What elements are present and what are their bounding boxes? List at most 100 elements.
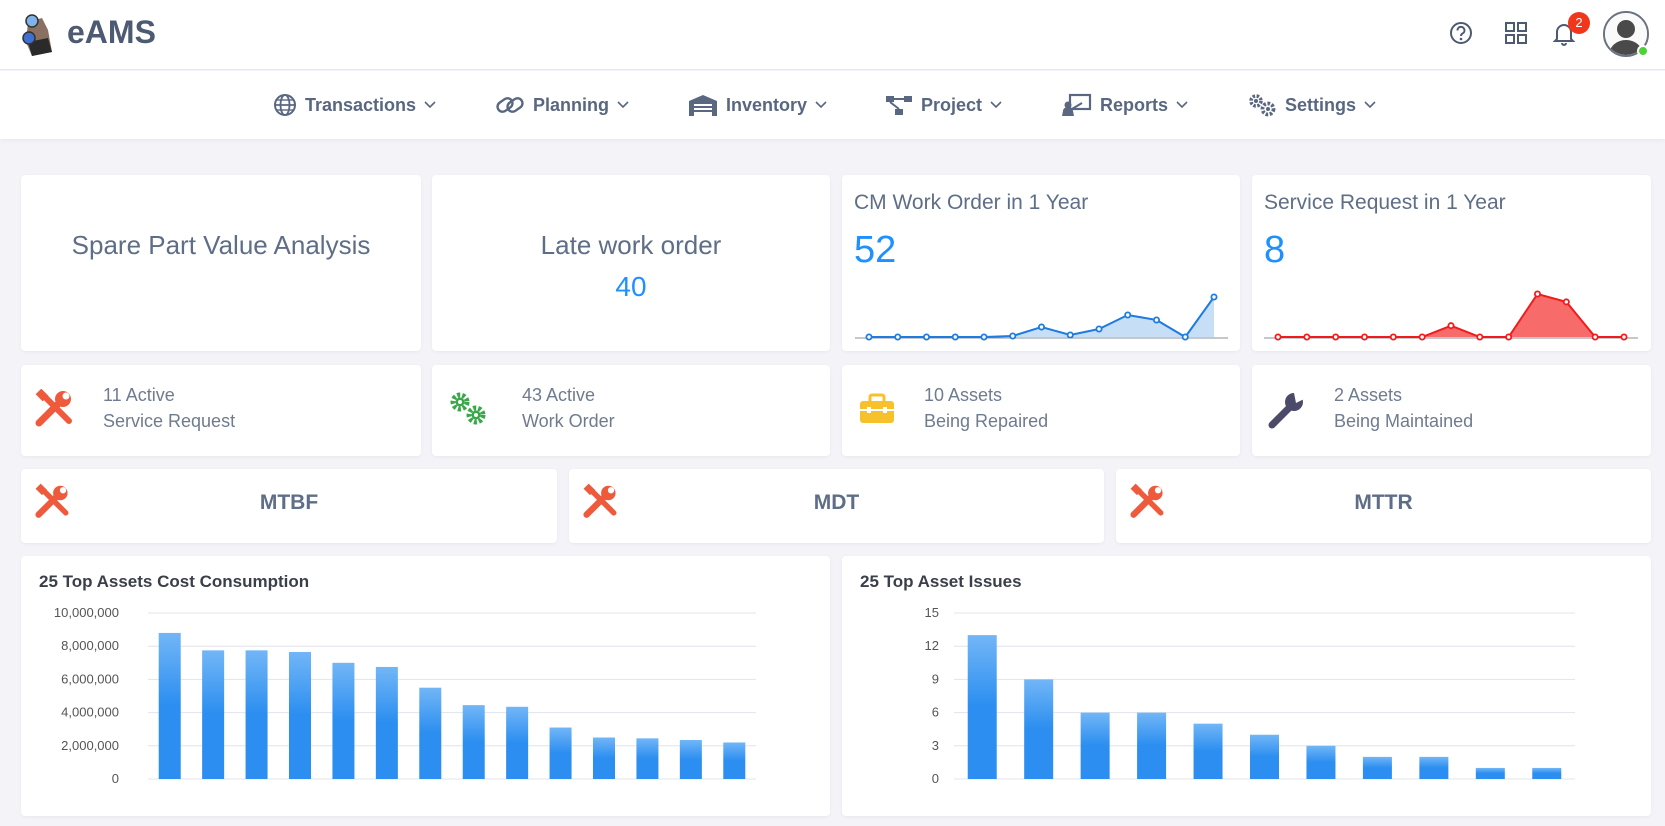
bar[interactable] bbox=[1193, 723, 1223, 779]
bar[interactable] bbox=[549, 727, 572, 779]
mtbf-card[interactable]: MTBF bbox=[21, 469, 557, 543]
nav-reports-label: Reports bbox=[1100, 94, 1169, 115]
y-tick-label: 3 bbox=[932, 738, 939, 753]
y-tick-label: 8,000,000 bbox=[61, 638, 119, 653]
apps-grid-icon[interactable] bbox=[1503, 20, 1529, 46]
y-tick-label: 0 bbox=[112, 771, 119, 786]
cost-consumption-chart-card: 25 Top Assets Cost Consumption 0 2,000,00… bbox=[21, 556, 830, 816]
bar[interactable] bbox=[245, 650, 268, 779]
y-tick-label: 6 bbox=[932, 705, 939, 720]
bar[interactable] bbox=[202, 650, 225, 779]
sparkline-point bbox=[1181, 333, 1189, 341]
nav-planning-label: Planning bbox=[533, 94, 609, 115]
sparkline-point bbox=[1620, 333, 1628, 341]
notification-badge[interactable]: 2 bbox=[1568, 12, 1590, 34]
sparkline-point bbox=[1591, 333, 1599, 341]
bar[interactable] bbox=[967, 635, 997, 779]
bar[interactable] bbox=[419, 687, 442, 779]
bar[interactable] bbox=[593, 737, 615, 780]
eams-logo-icon[interactable] bbox=[18, 12, 58, 56]
nav-transactions[interactable]: Transactions bbox=[273, 91, 436, 119]
stat-line-2: Being Maintained bbox=[1334, 411, 1474, 431]
service-request-sparkline bbox=[1264, 290, 1638, 341]
bar[interactable] bbox=[158, 632, 181, 779]
sparkline-point bbox=[1533, 290, 1541, 298]
brand-name[interactable]: eAMS bbox=[67, 14, 156, 51]
y-tick-label: 4,000,000 bbox=[61, 705, 119, 720]
bar[interactable] bbox=[506, 706, 529, 779]
mttr-card[interactable]: MTTR bbox=[1116, 469, 1651, 543]
y-tick-label: 12 bbox=[925, 638, 939, 653]
link-icon bbox=[496, 97, 524, 113]
y-tick-label: 0 bbox=[932, 771, 939, 786]
nav-inventory-label: Inventory bbox=[726, 94, 808, 115]
bar[interactable] bbox=[1024, 679, 1054, 779]
sparkline-point bbox=[951, 333, 959, 341]
sparkline-point bbox=[1210, 293, 1218, 301]
chevron-down-icon bbox=[424, 101, 436, 109]
sparkline-point bbox=[1505, 333, 1513, 341]
spare-part-value-card[interactable]: Spare Part Value Analysis bbox=[21, 175, 421, 351]
help-icon[interactable] bbox=[1448, 20, 1474, 46]
nav-project[interactable]: Project bbox=[885, 91, 1002, 119]
stat-line-2: Being Repaired bbox=[924, 411, 1049, 431]
nav-project-label: Project bbox=[921, 94, 983, 115]
sparkline-point bbox=[1562, 298, 1570, 306]
bar[interactable] bbox=[332, 662, 355, 779]
mdt-card[interactable]: MDT bbox=[569, 469, 1104, 543]
tools-icon bbox=[35, 389, 72, 427]
sparkline-point bbox=[1303, 333, 1311, 341]
sparkline-point bbox=[1274, 333, 1282, 341]
wrench-icon bbox=[1268, 393, 1304, 429]
bar[interactable] bbox=[1137, 712, 1167, 779]
chevron-down-icon bbox=[815, 101, 827, 109]
bar[interactable] bbox=[1475, 767, 1505, 779]
online-status-dot bbox=[1637, 45, 1649, 57]
stat-line-1: 2 Assets bbox=[1334, 385, 1403, 405]
sparkline-point bbox=[1361, 333, 1369, 341]
toolbox-icon bbox=[860, 393, 894, 423]
bar[interactable] bbox=[679, 739, 702, 779]
bar[interactable] bbox=[723, 742, 746, 779]
asset-issues-chart: 0 3 6 9 12 15 bbox=[925, 605, 1575, 786]
bar[interactable] bbox=[1250, 734, 1279, 779]
stat-line-2: Work Order bbox=[522, 411, 615, 431]
service-request-card[interactable]: Service Request in 1 Year 8 bbox=[1252, 175, 1651, 351]
nav-inventory[interactable]: Inventory bbox=[688, 91, 827, 119]
sparkline-point bbox=[1037, 323, 1045, 331]
active-service-request-card[interactable]: 11 Active Service Request bbox=[21, 365, 421, 456]
bar[interactable] bbox=[462, 705, 485, 779]
main-nav: Transactions Planning Inventory Project bbox=[0, 71, 1665, 139]
mdt-label: MDT bbox=[813, 491, 860, 514]
nav-planning[interactable]: Planning bbox=[495, 91, 629, 119]
sparkline-point bbox=[1389, 333, 1397, 341]
bar[interactable] bbox=[1532, 767, 1562, 779]
bar[interactable] bbox=[1419, 756, 1449, 779]
gears-icon bbox=[450, 392, 486, 425]
sparkline-point bbox=[1332, 333, 1340, 341]
presentation-icon bbox=[1062, 93, 1092, 116]
bar[interactable] bbox=[1362, 756, 1392, 779]
stat-line-2: Service Request bbox=[103, 411, 236, 431]
sparkline-point bbox=[1476, 333, 1484, 341]
late-work-order-card[interactable]: Late work order 40 bbox=[432, 175, 830, 351]
sitemap-icon bbox=[886, 96, 912, 115]
assets-being-maintained-card[interactable]: 2 Assets Being Maintained bbox=[1252, 365, 1651, 456]
active-work-order-card[interactable]: 43 Active Work Order bbox=[432, 365, 830, 456]
nav-reports[interactable]: Reports bbox=[1062, 91, 1188, 119]
sparkline-point bbox=[923, 333, 931, 341]
sparkline-point bbox=[1418, 333, 1426, 341]
warehouse-icon bbox=[689, 95, 717, 116]
bar[interactable] bbox=[1306, 745, 1336, 779]
late-work-order-value: 40 bbox=[615, 271, 647, 302]
sparkline-point bbox=[1447, 322, 1455, 330]
bar[interactable] bbox=[1080, 712, 1110, 779]
assets-being-repaired-card[interactable]: 10 Assets Being Repaired bbox=[842, 365, 1240, 456]
bar[interactable] bbox=[375, 666, 398, 779]
bar[interactable] bbox=[289, 652, 311, 779]
chevron-down-icon bbox=[1364, 101, 1376, 109]
bar[interactable] bbox=[636, 738, 659, 779]
nav-settings[interactable]: Settings bbox=[1247, 91, 1376, 119]
stat-line-1: 10 Assets bbox=[924, 385, 1003, 405]
cm-work-order-card[interactable]: CM Work Order in 1 Year 52 bbox=[842, 175, 1240, 351]
